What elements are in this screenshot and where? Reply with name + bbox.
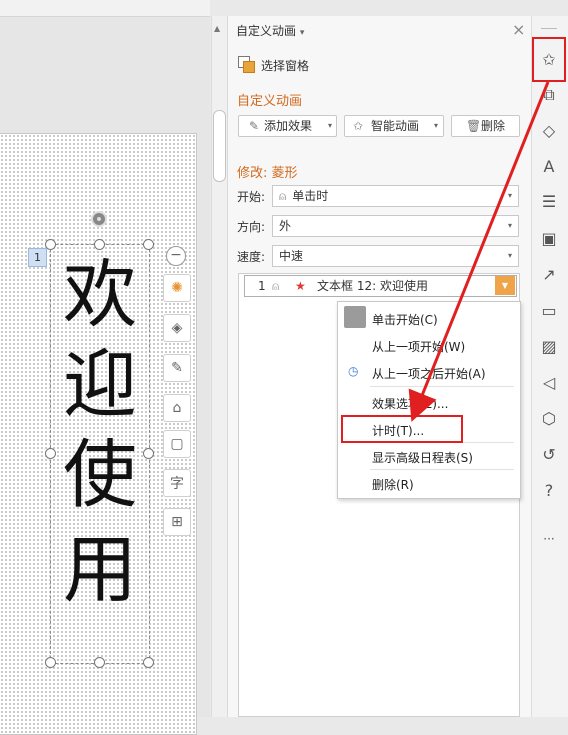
- menu-item-effect-options[interactable]: 效果选项(E)...: [372, 395, 448, 412]
- resize-handle[interactable]: [94, 239, 105, 250]
- modify-heading: 修改: 菱形: [237, 166, 298, 181]
- slide-text-char: 欢: [63, 252, 137, 338]
- mouse-click-icon: [344, 306, 366, 328]
- menu-divider: [370, 386, 514, 387]
- star-effect-icon: ★: [295, 279, 306, 293]
- chevron-down-icon: ▾: [327, 121, 332, 130]
- add-effect-button[interactable]: ✎ 添加效果 ▾: [238, 115, 337, 137]
- animation-order-tag: 1: [28, 248, 47, 267]
- text-effect-icon[interactable]: A: [538, 155, 560, 177]
- chevron-down-icon: ▾: [433, 121, 438, 130]
- speed-dropdown[interactable]: 中速 ▾: [272, 245, 519, 267]
- resize-handle[interactable]: [143, 657, 154, 668]
- direction-dropdown[interactable]: 外 ▾: [272, 215, 519, 237]
- switch-icon[interactable]: ⧉: [538, 84, 560, 106]
- menu-item-after-previous[interactable]: 从上一项之后开始(A): [372, 365, 486, 382]
- chevron-down-icon: ▾: [507, 221, 512, 230]
- chevron-down-icon: ▾: [299, 28, 305, 38]
- animation-list-item[interactable]: 1 ⍝ ★ 文本框 12: 欢迎使用: [244, 275, 517, 297]
- resize-handle[interactable]: [94, 657, 105, 668]
- start-value: 单击时: [292, 189, 329, 203]
- text-format-icon[interactable]: 字: [163, 469, 191, 497]
- sound-icon[interactable]: ◁: [538, 371, 560, 393]
- mouse-icon: ⍝: [272, 279, 280, 293]
- smart-animation-button[interactable]: ✩ 智能动画 ▾: [344, 115, 444, 137]
- annotation-box-timing: [341, 415, 463, 443]
- pencil-icon: ✎: [249, 119, 260, 133]
- image-edit-icon[interactable]: ▣: [538, 227, 560, 249]
- direction-label: 方向:: [237, 220, 266, 234]
- chevron-down-icon: ▾: [507, 251, 512, 260]
- rail-grip: [541, 28, 557, 29]
- fill-bucket-icon[interactable]: ⌂: [163, 394, 191, 422]
- list-item-text: 文本框 12: 欢迎使用: [317, 279, 428, 293]
- scroll-up-arrow-icon[interactable]: ▲: [214, 24, 220, 33]
- list-item-dropdown-icon[interactable]: ▼: [495, 276, 515, 295]
- picture-icon[interactable]: ▨: [538, 335, 560, 357]
- section-heading: 自定义动画: [237, 94, 303, 109]
- trash-icon: 🗑: [466, 119, 482, 133]
- chevron-down-icon: ▾: [507, 191, 512, 200]
- resize-handle[interactable]: [45, 448, 56, 459]
- adjust-icon[interactable]: ☰: [538, 190, 560, 212]
- shield-icon[interactable]: ⬡: [538, 407, 560, 429]
- speed-value: 中速: [279, 249, 304, 263]
- selection-pane-link[interactable]: 选择窗格: [261, 57, 309, 74]
- share-icon[interactable]: ↗: [538, 263, 560, 285]
- delete-label: 删除: [481, 119, 506, 133]
- resize-handle[interactable]: [143, 239, 154, 250]
- add-effect-label: 添加效果: [264, 119, 313, 133]
- help-icon[interactable]: ?: [538, 479, 560, 501]
- layers-icon[interactable]: ◈: [163, 314, 191, 342]
- annotation-box-rail: [532, 37, 566, 82]
- rotate-handle[interactable]: [91, 211, 107, 227]
- archive-icon[interactable]: ▭: [538, 299, 560, 321]
- list-item-number: 1: [258, 279, 266, 293]
- pen-icon[interactable]: ✎: [163, 354, 191, 382]
- speed-label: 速度:: [237, 250, 266, 264]
- slide-text-char: 使: [63, 432, 137, 518]
- menu-item-with-previous[interactable]: 从上一项开始(W): [372, 338, 465, 355]
- delete-button[interactable]: 🗑 删除: [451, 115, 520, 137]
- resize-handle[interactable]: [143, 448, 154, 459]
- start-label: 开始:: [237, 190, 266, 204]
- history-icon[interactable]: ↺: [538, 443, 560, 465]
- animation-burst-icon[interactable]: ✺: [163, 274, 191, 302]
- menu-item-advanced-timeline[interactable]: 显示高级日程表(S): [372, 449, 473, 466]
- menu-divider: [370, 469, 514, 470]
- pane-title[interactable]: 自定义动画 ▾: [236, 22, 304, 39]
- more-tools-icon[interactable]: ⊞: [163, 508, 191, 536]
- selection-pane-icon[interactable]: [238, 56, 255, 73]
- more-icon[interactable]: ···: [538, 528, 560, 550]
- scrollbar-thumb[interactable]: [213, 110, 226, 182]
- smart-animation-label: 智能动画: [371, 119, 420, 133]
- resize-handle[interactable]: [45, 657, 56, 668]
- smart-star-icon: ✩: [353, 119, 364, 133]
- direction-value: 外: [279, 219, 292, 233]
- menu-item-delete[interactable]: 删除(R): [372, 476, 414, 493]
- shapes-icon[interactable]: ◇: [538, 119, 560, 141]
- clock-icon: ◷: [348, 364, 359, 378]
- pane-title-text: 自定义动画: [236, 24, 297, 38]
- canvas-top-strip: [0, 0, 210, 17]
- slide-text-char: 用: [63, 527, 137, 613]
- mouse-icon: ⍝: [279, 189, 287, 203]
- menu-item-click-start[interactable]: 单击开始(C): [372, 311, 438, 328]
- close-icon[interactable]: ×: [512, 20, 525, 39]
- collapse-toolbar-icon[interactable]: −: [166, 246, 186, 266]
- slide-text-char: 迎: [63, 342, 137, 428]
- border-icon[interactable]: ▢: [163, 430, 191, 458]
- start-dropdown[interactable]: ⍝ 单击时 ▾: [272, 185, 519, 207]
